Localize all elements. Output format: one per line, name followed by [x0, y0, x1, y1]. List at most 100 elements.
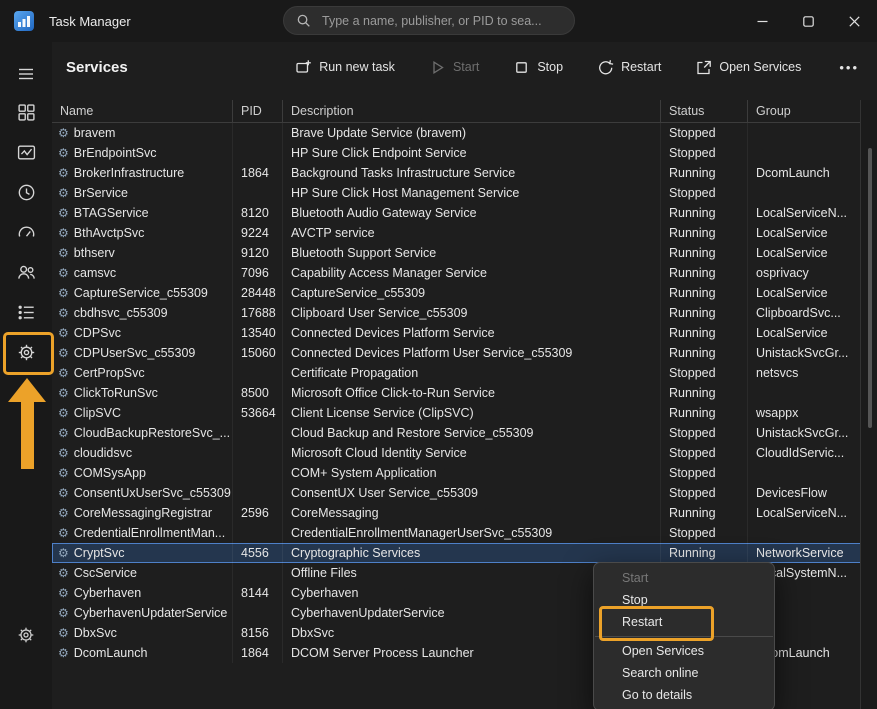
vertical-scrollbar[interactable]: [860, 100, 877, 709]
service-description: Bluetooth Audio Gateway Service: [283, 203, 661, 223]
sidebar-item-performance[interactable]: [0, 132, 52, 172]
context-menu-item-stop[interactable]: Stop: [594, 589, 774, 611]
service-pid: 9120: [233, 243, 283, 263]
service-gear-icon: ⚙: [58, 367, 69, 379]
table-row[interactable]: ⚙BrServiceHP Sure Click Host Management …: [52, 183, 861, 203]
table-row[interactable]: ⚙CryptSvc4556Cryptographic ServicesRunni…: [52, 543, 861, 563]
scrollbar-thumb[interactable]: [868, 148, 872, 428]
table-row[interactable]: ⚙cloudidsvcMicrosoft Cloud Identity Serv…: [52, 443, 861, 463]
service-status: Stopped: [661, 183, 748, 203]
column-header-description[interactable]: Description: [283, 100, 661, 122]
service-description: Brave Update Service (bravem): [283, 123, 661, 143]
close-button[interactable]: [831, 0, 877, 42]
restart-button[interactable]: Restart: [595, 55, 663, 80]
service-description: CaptureService_c55309: [283, 283, 661, 303]
service-gear-icon: ⚙: [58, 187, 69, 199]
context-menu-item-open-services[interactable]: Open Services: [594, 640, 774, 662]
sidebar-item-processes[interactable]: [0, 92, 52, 132]
service-status: Running: [661, 303, 748, 323]
open-services-button[interactable]: Open Services: [693, 55, 803, 80]
table-row[interactable]: ⚙COMSysAppCOM+ System ApplicationStopped: [52, 463, 861, 483]
sidebar-item-services[interactable]: [0, 332, 52, 372]
sidebar-item-app-history[interactable]: [0, 172, 52, 212]
sidebar-item-details[interactable]: [0, 292, 52, 332]
table-row[interactable]: ⚙bthserv9120Bluetooth Support ServiceRun…: [52, 243, 861, 263]
service-name-cell: ⚙CredentialEnrollmentMan...: [52, 523, 233, 543]
column-header-name[interactable]: Name: [52, 100, 233, 122]
startup-apps-icon: [17, 223, 36, 242]
column-header-pid[interactable]: PID: [233, 100, 283, 122]
table-row[interactable]: ⚙CredentialEnrollmentMan...CredentialEnr…: [52, 523, 861, 543]
minimize-button[interactable]: [739, 0, 785, 42]
service-description: Client License Service (ClipSVC): [283, 403, 661, 423]
table-row[interactable]: ⚙CertPropSvcCertificate PropagationStopp…: [52, 363, 861, 383]
table-row[interactable]: ⚙camsvc7096Capability Access Manager Ser…: [52, 263, 861, 283]
table-row[interactable]: ⚙ClickToRunSvc8500Microsoft Office Click…: [52, 383, 861, 403]
table-row[interactable]: ⚙CoreMessagingRegistrar2596CoreMessaging…: [52, 503, 861, 523]
service-pid: 2596: [233, 503, 283, 523]
open-services-icon: [695, 59, 712, 76]
performance-icon: [17, 143, 36, 162]
service-gear-icon: ⚙: [58, 127, 69, 139]
table-row[interactable]: ⚙CloudBackupRestoreSvc_...Cloud Backup a…: [52, 423, 861, 443]
stop-square-icon: [513, 59, 530, 76]
service-description: CoreMessaging: [283, 503, 661, 523]
context-menu-item-search-online[interactable]: Search online: [594, 662, 774, 684]
service-pid: [233, 483, 283, 503]
service-pid: [233, 183, 283, 203]
stop-button[interactable]: Stop: [511, 55, 565, 80]
table-row[interactable]: ⚙ConsentUxUserSvc_c55309ConsentUX User S…: [52, 483, 861, 503]
context-menu-item-restart[interactable]: Restart: [594, 611, 774, 633]
settings-gear-icon: [17, 626, 35, 644]
table-row[interactable]: ⚙CDPSvc13540Connected Devices Platform S…: [52, 323, 861, 343]
service-description: Certificate Propagation: [283, 363, 661, 383]
search-box[interactable]: [283, 6, 575, 35]
service-description: Connected Devices Platform Service: [283, 323, 661, 343]
start-button[interactable]: Start: [427, 55, 481, 80]
service-description: Cloud Backup and Restore Service_c55309: [283, 423, 661, 443]
service-status: Running: [661, 243, 748, 263]
table-row[interactable]: ⚙BrEndpointSvcHP Sure Click Endpoint Ser…: [52, 143, 861, 163]
service-name-cell: ⚙BrokerInfrastructure: [52, 163, 233, 183]
service-name-cell: ⚙CertPropSvc: [52, 363, 233, 383]
service-status: Running: [661, 503, 748, 523]
table-row[interactable]: ⚙BthAvctpSvc9224AVCTP serviceRunningLoca…: [52, 223, 861, 243]
search-input[interactable]: [320, 13, 562, 29]
table-row[interactable]: ⚙BrokerInfrastructure1864Background Task…: [52, 163, 861, 183]
service-group: ClipboardSvc...: [748, 303, 861, 323]
sidebar-item-startup-apps[interactable]: [0, 212, 52, 252]
service-name: DbxSvc: [74, 623, 117, 643]
more-options-button[interactable]: •••: [833, 56, 865, 79]
service-pid: 8120: [233, 203, 283, 223]
service-name: CredentialEnrollmentMan...: [74, 523, 225, 543]
table-row[interactable]: ⚙CaptureService_c5530928448CaptureServic…: [52, 283, 861, 303]
context-menu-item-start[interactable]: Start: [594, 567, 774, 589]
page-header: Services Run new task Start: [52, 42, 877, 92]
sidebar-item-settings[interactable]: [0, 615, 52, 655]
service-gear-icon: ⚙: [58, 387, 69, 399]
context-menu-item-go-to-details[interactable]: Go to details: [594, 684, 774, 706]
table-row[interactable]: ⚙cbdhsvc_c5530917688Clipboard User Servi…: [52, 303, 861, 323]
service-pid: 8500: [233, 383, 283, 403]
service-gear-icon: ⚙: [58, 347, 69, 359]
table-row[interactable]: ⚙bravemBrave Update Service (bravem)Stop…: [52, 123, 861, 143]
service-name-cell: ⚙DbxSvc: [52, 623, 233, 643]
service-group: LocalService: [748, 223, 861, 243]
run-new-task-button[interactable]: Run new task: [293, 55, 397, 80]
table-row[interactable]: ⚙ClipSVC53664Client License Service (Cli…: [52, 403, 861, 423]
table-row[interactable]: ⚙BTAGService8120Bluetooth Audio Gateway …: [52, 203, 861, 223]
sidebar-item-users[interactable]: [0, 252, 52, 292]
service-status: Running: [661, 323, 748, 343]
service-name-cell: ⚙cloudidsvc: [52, 443, 233, 463]
service-name-cell: ⚙CyberhavenUpdaterService: [52, 603, 233, 623]
service-group: CloudIdServic...: [748, 443, 861, 463]
column-header-status[interactable]: Status: [661, 100, 748, 122]
service-status: Stopped: [661, 123, 748, 143]
maximize-button[interactable]: [785, 0, 831, 42]
service-description: AVCTP service: [283, 223, 661, 243]
service-status: Running: [661, 263, 748, 283]
service-name: CDPSvc: [74, 323, 121, 343]
table-row[interactable]: ⚙CDPUserSvc_c5530915060Connected Devices…: [52, 343, 861, 363]
column-header-group[interactable]: Group: [748, 100, 861, 122]
hamburger-menu-button[interactable]: [0, 56, 52, 92]
